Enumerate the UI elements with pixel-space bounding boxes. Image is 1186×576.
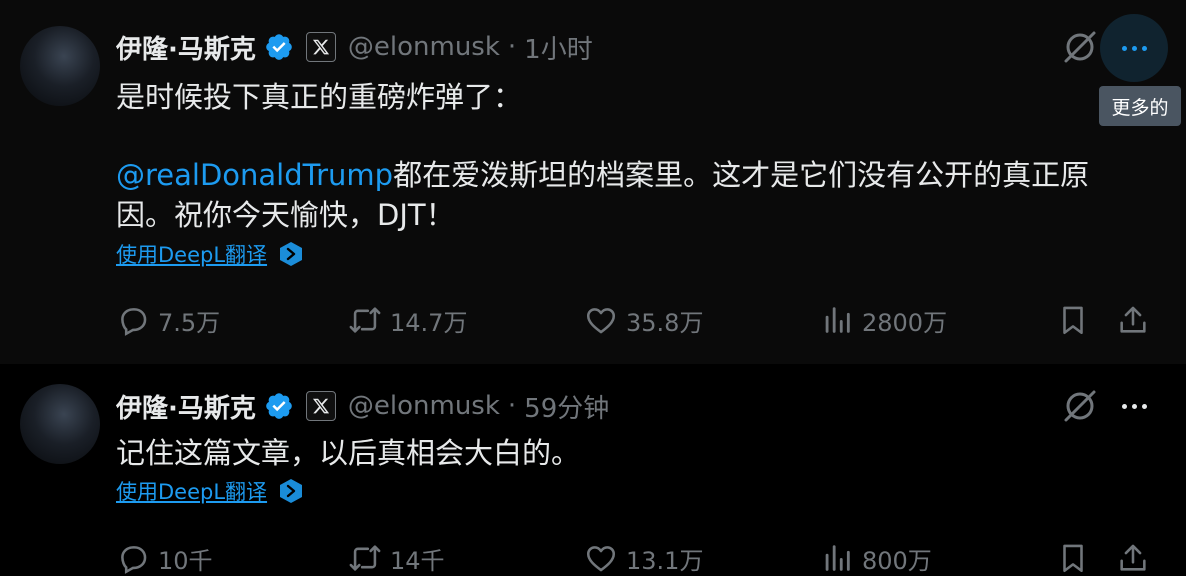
tweet-text: 记住这篇文章，以后真相会大白的。 xyxy=(116,436,581,470)
translate-row: 使用DeepL翻译 xyxy=(116,239,305,269)
x-logo-icon xyxy=(305,391,336,421)
timestamp[interactable]: 1小时 xyxy=(524,29,593,66)
separator: · xyxy=(507,391,517,421)
retweet-count: 14千 xyxy=(390,546,445,575)
tweet-header: 伊隆·马斯克 @elonmusk · 59分钟 xyxy=(116,386,609,426)
tweet-header: 伊隆·马斯克 @elonmusk · 1小时 xyxy=(116,27,593,67)
like-button[interactable]: 35.8万 xyxy=(584,300,703,340)
share-button[interactable] xyxy=(1116,300,1150,340)
translate-link[interactable]: 使用DeepL翻译 xyxy=(116,476,267,506)
grok-icon[interactable] xyxy=(1060,386,1100,426)
retweet-icon xyxy=(349,307,381,333)
reply-icon xyxy=(121,308,147,336)
share-icon xyxy=(1120,544,1146,571)
bookmark-button[interactable] xyxy=(1056,538,1090,576)
reply-icon xyxy=(121,546,147,574)
more-button[interactable] xyxy=(1100,372,1168,440)
like-button[interactable]: 13.1万 xyxy=(584,538,703,576)
separator: · xyxy=(507,32,517,62)
share-icon xyxy=(1120,306,1146,333)
retweet-button[interactable]: 14千 xyxy=(348,538,445,576)
like-icon xyxy=(586,546,616,572)
tweet-text: 因。祝你今天愉快，DJT！ xyxy=(116,198,455,232)
deepl-icon xyxy=(280,479,303,503)
bookmark-icon xyxy=(1063,544,1083,573)
handle[interactable]: @elonmusk xyxy=(348,32,500,62)
bookmark-icon xyxy=(1063,306,1083,335)
display-name[interactable]: 伊隆·马斯克 xyxy=(116,29,256,66)
tweet-text-segment: 都在爱泼斯坦的档案里。这才是它们没有公开的真正原 xyxy=(393,158,1090,192)
views-count: 800万 xyxy=(862,546,932,575)
reply-button[interactable]: 7.5万 xyxy=(116,300,220,340)
reply-count: 10千 xyxy=(158,546,213,575)
more-icon xyxy=(1121,45,1147,51)
translate-link[interactable]: 使用DeepL翻译 xyxy=(116,239,267,269)
display-name[interactable]: 伊隆·马斯克 xyxy=(116,388,256,425)
like-count: 13.1万 xyxy=(626,546,704,575)
tweet[interactable]: 伊隆·马斯克 @elonmusk · 1小时 更多的 是时候投下真正的重磅炸弹了… xyxy=(0,0,1186,364)
verified-badge-icon xyxy=(266,393,292,419)
deepl-icon xyxy=(280,242,303,266)
views-button[interactable]: 800万 xyxy=(820,538,932,576)
more-icon xyxy=(1121,403,1147,409)
views-count: 2800万 xyxy=(862,308,948,337)
share-button[interactable] xyxy=(1116,538,1150,576)
x-logo-icon xyxy=(305,32,336,62)
grok-icon[interactable] xyxy=(1060,27,1100,67)
tweet[interactable]: 伊隆·马斯克 @elonmusk · 59分钟 记住这篇文章，以后真相会大白的。… xyxy=(0,364,1186,576)
views-icon xyxy=(825,545,850,571)
timestamp[interactable]: 59分钟 xyxy=(524,388,609,425)
avatar[interactable] xyxy=(20,384,100,464)
views-icon xyxy=(825,307,850,333)
mention-link[interactable]: @realDonaldTrump xyxy=(116,158,393,192)
retweet-button[interactable]: 14.7万 xyxy=(348,300,467,340)
avatar[interactable] xyxy=(20,26,100,106)
verified-badge-icon xyxy=(266,34,292,60)
bookmark-button[interactable] xyxy=(1056,300,1090,340)
tweet-text: 是时候投下真正的重磅炸弹了： xyxy=(116,80,523,114)
retweet-count: 14.7万 xyxy=(390,308,468,337)
reply-count: 7.5万 xyxy=(158,308,221,337)
like-icon xyxy=(586,308,616,334)
action-bar: 10千 14千 13.1万 800万 xyxy=(116,538,1156,576)
tweet-text: @realDonaldTrump都在爱泼斯坦的档案里。这才是它们没有公开的真正原 xyxy=(116,155,1116,195)
like-count: 35.8万 xyxy=(626,308,704,337)
views-button[interactable]: 2800万 xyxy=(820,300,947,340)
more-button[interactable] xyxy=(1100,14,1168,82)
reply-button[interactable]: 10千 xyxy=(116,538,213,576)
handle[interactable]: @elonmusk xyxy=(348,391,500,421)
retweet-icon xyxy=(349,545,381,571)
translate-row: 使用DeepL翻译 xyxy=(116,476,305,506)
action-bar: 7.5万 14.7万 35.8万 2800万 xyxy=(116,300,1156,340)
